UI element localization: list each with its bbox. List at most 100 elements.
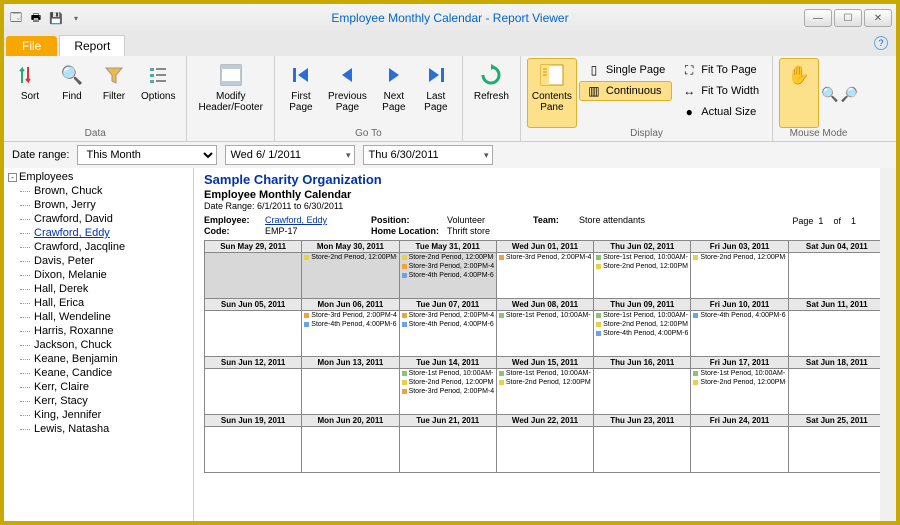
calendar-cell[interactable] — [691, 427, 788, 473]
tree-item[interactable]: Hall, Wendeline — [6, 310, 191, 324]
sort-button[interactable]: Sort — [10, 58, 50, 128]
tree-item[interactable]: Keane, Candice — [6, 366, 191, 380]
calendar-cell[interactable] — [788, 369, 885, 415]
calendar-cell[interactable]: Store-2nd Period, 12:00PM-2:00PM, Thrift… — [399, 253, 496, 299]
calendar-cell[interactable] — [302, 427, 399, 473]
calendar-cell[interactable] — [205, 369, 302, 415]
calendar-cell[interactable]: Store-1st Period, 10:00AM-12:00PM, Thrif… — [399, 369, 496, 415]
zoom-in-icon[interactable]: 🔍 — [821, 86, 838, 103]
zoom-out-icon[interactable]: 🔎 — [841, 86, 858, 103]
continuous-button[interactable]: ▥Continuous — [579, 81, 672, 101]
fit-to-page-button[interactable]: ⛶Fit To Page — [674, 60, 766, 80]
calendar-cell[interactable] — [594, 427, 691, 473]
tree-root-employees[interactable]: -Employees — [6, 170, 191, 184]
tree-item[interactable]: King, Jennifer — [6, 408, 191, 422]
refresh-button[interactable]: Refresh — [469, 58, 514, 128]
window-controls: — ☐ ✕ — [804, 9, 892, 27]
tree-item[interactable]: Brown, Chuck — [6, 184, 191, 198]
calendar-cell[interactable]: Store-1st Period, 10:00AM-12:00PM, Thrif… — [594, 253, 691, 299]
calendar-cell[interactable]: Store-1st Period, 10:00AM-12:00PM, Thrif… — [496, 311, 593, 357]
tree-item[interactable]: Crawford, David — [6, 212, 191, 226]
calendar-cell[interactable] — [594, 369, 691, 415]
calendar-day-header: Mon Jun 06, 2011 — [302, 299, 399, 311]
calendar-cell[interactable] — [399, 427, 496, 473]
tree-item[interactable]: Jackson, Chuck — [6, 338, 191, 352]
maximize-button[interactable]: ☐ — [834, 9, 862, 27]
calendar-day-header: Fri Jun 17, 2011 — [691, 357, 788, 369]
calendar-day-header: Thu Jun 16, 2011 — [594, 357, 691, 369]
calendar-cell[interactable]: Store-1st Period, 10:00AM-12:00PM, Thrif… — [594, 311, 691, 357]
calendar-cell[interactable]: Store-2nd Period, 12:00PM-2:00PM, Thrift… — [691, 253, 788, 299]
calendar-cell[interactable]: Store-1st Period, 10:00AM-12:00PM, Thrif… — [496, 369, 593, 415]
calendar-cell[interactable] — [205, 253, 302, 299]
calendar-cell[interactable]: Store-2nd Period, 12:00PM-2:00PM, Thrift… — [302, 253, 399, 299]
print-icon[interactable]: 🖶 — [28, 10, 44, 26]
date-from-input[interactable]: Wed 6/ 1/2011▾ — [225, 145, 355, 165]
tree-item[interactable]: Crawford, Eddy — [6, 226, 191, 240]
tree-item[interactable]: Keane, Benjamin — [6, 352, 191, 366]
date-to-input[interactable]: Thu 6/30/2011▾ — [363, 145, 493, 165]
tab-file[interactable]: File — [6, 36, 57, 56]
hand-mode-button[interactable]: ✋ — [779, 58, 819, 128]
qat-dropdown-icon[interactable]: ▾ — [68, 10, 84, 26]
previous-page-button[interactable]: Previous Page — [323, 58, 372, 128]
help-icon[interactable]: ? — [874, 36, 888, 50]
calendar-cell[interactable] — [302, 369, 399, 415]
calendar-cell[interactable]: Store-4th Period, 4:00PM-6:00PM, Thrift … — [691, 311, 788, 357]
calendar-cell[interactable] — [496, 427, 593, 473]
tree-item[interactable]: Davis, Peter — [6, 254, 191, 268]
calendar-cell[interactable] — [205, 427, 302, 473]
options-button[interactable]: Options — [136, 58, 180, 128]
last-page-icon — [422, 61, 450, 89]
calendar-cell[interactable] — [788, 311, 885, 357]
save-icon[interactable]: 💾 — [48, 10, 64, 26]
calendar-cell[interactable]: Store-1st Period, 10:00AM-12:00PM, Thrif… — [691, 369, 788, 415]
first-page-button[interactable]: First Page — [281, 58, 321, 128]
tree-item[interactable]: Kerr, Stacy — [6, 394, 191, 408]
tree-item[interactable]: Kerr, Claire — [6, 380, 191, 394]
tree-item[interactable]: Lewis, Natasha — [6, 422, 191, 436]
tree-item[interactable]: Hall, Erica — [6, 296, 191, 310]
contents-pane-button[interactable]: Contents Pane — [527, 58, 577, 128]
tree-item[interactable]: Crawford, Jacqline — [6, 240, 191, 254]
calendar-cell[interactable] — [788, 253, 885, 299]
calendar-cell[interactable]: Store-3rd Period, 2:00PM-4:00PM, Thrift … — [399, 311, 496, 357]
tree-item[interactable]: Dixon, Melanie — [6, 268, 191, 282]
calendar-cell[interactable]: Store-3rd Period, 2:00PM-4:00PM, Thrift … — [302, 311, 399, 357]
employee-link[interactable]: Crawford, Eddy — [265, 215, 365, 225]
calendar-day-header: Sun Jun 19, 2011 — [205, 415, 302, 427]
vertical-scrollbar[interactable] — [880, 168, 896, 521]
ribbon-tabstrip: File Report ? — [4, 32, 896, 56]
calendar-cell[interactable] — [205, 311, 302, 357]
find-icon: 🔍 — [58, 61, 86, 89]
app-icon[interactable]: 🗔 — [8, 10, 24, 26]
report-viewer[interactable]: Sample Charity Organization Employee Mon… — [194, 168, 896, 521]
chevron-down-icon[interactable]: ▾ — [484, 150, 489, 161]
date-preset-select[interactable]: This Month — [77, 145, 217, 165]
minimize-button[interactable]: — — [804, 9, 832, 27]
find-button[interactable]: 🔍Find — [52, 58, 92, 128]
filter-button[interactable]: Filter — [94, 58, 134, 128]
calendar-day-header: Mon May 30, 2011 — [302, 241, 399, 253]
employees-tree[interactable]: -Employees Brown, ChuckBrown, JerryCrawf… — [4, 168, 194, 521]
calendar-cell[interactable] — [788, 427, 885, 473]
contents-pane-icon — [538, 61, 566, 89]
single-page-button[interactable]: ▯Single Page — [579, 60, 672, 80]
fit-page-icon: ⛶ — [681, 62, 697, 78]
chevron-down-icon[interactable]: ▾ — [346, 150, 351, 161]
tab-report[interactable]: Report — [59, 35, 125, 56]
modify-header-footer-button[interactable]: Modify Header/Footer — [193, 58, 267, 128]
tree-item[interactable]: Brown, Jerry — [6, 198, 191, 212]
close-button[interactable]: ✕ — [864, 9, 892, 27]
fit-to-width-button[interactable]: ↔Fit To Width — [674, 81, 766, 101]
last-page-button[interactable]: Last Page — [416, 58, 456, 128]
next-page-button[interactable]: Next Page — [374, 58, 414, 128]
fit-width-icon: ↔ — [681, 83, 697, 99]
collapse-icon[interactable]: - — [8, 173, 17, 182]
tree-item[interactable]: Hall, Derek — [6, 282, 191, 296]
report-org: Sample Charity Organization — [204, 172, 886, 187]
calendar-cell[interactable]: Store-3rd Period, 2:00PM-4:00PM, Thrift … — [496, 253, 593, 299]
actual-size-button[interactable]: ⦁Actual Size — [674, 102, 766, 122]
tree-item[interactable]: Harris, Roxanne — [6, 324, 191, 338]
group-goto: First Page Previous Page Next Page Last … — [275, 56, 463, 141]
